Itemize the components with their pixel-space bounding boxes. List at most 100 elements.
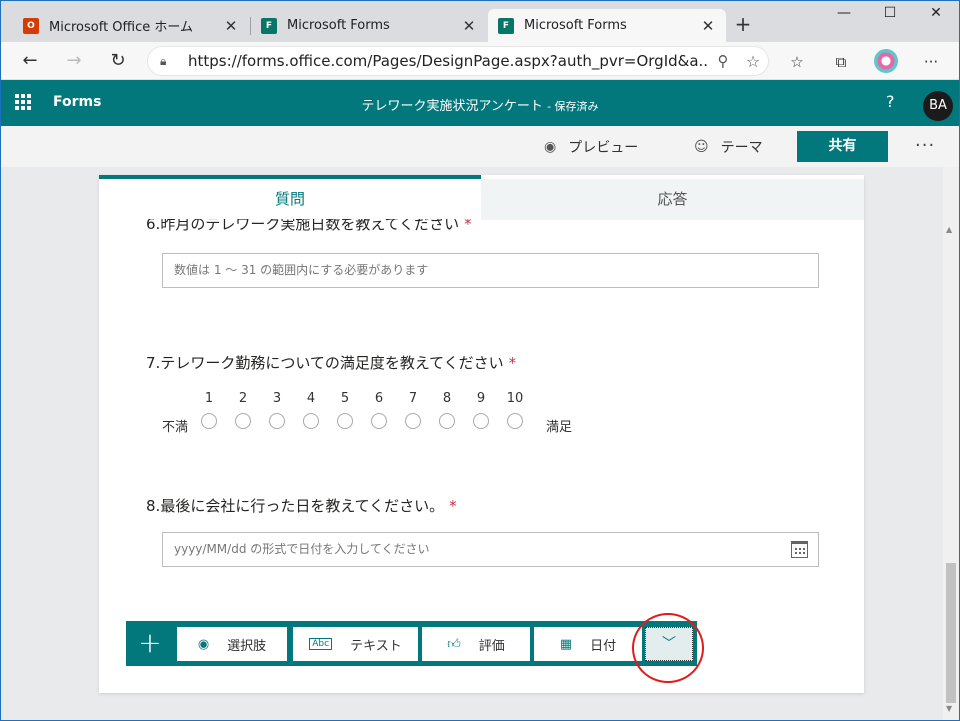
browser-tab-forms-2[interactable]: F Microsoft Forms ✕ bbox=[488, 9, 726, 42]
rating-number: 10 bbox=[506, 391, 524, 406]
command-bar: ◉ プレビュー ☺ テーマ 共有 ··· bbox=[1, 126, 959, 167]
tab-questions[interactable]: 質問 bbox=[99, 175, 481, 220]
question-title[interactable]: 6.昨月のテレワーク実施日数を教えてください * bbox=[146, 219, 472, 233]
question-title[interactable]: 7.テレワーク勤務についての満足度を教えてください * bbox=[146, 352, 516, 373]
close-icon[interactable]: ✕ bbox=[700, 17, 716, 35]
form-card: 質問 応答 6.昨月のテレワーク実施日数を教えてください * 数値は 1 ～ 31… bbox=[99, 175, 864, 693]
help-icon[interactable]: ? bbox=[886, 92, 895, 111]
add-text-button[interactable]: Abc テキスト bbox=[293, 627, 418, 661]
maximize-icon[interactable]: ☐ bbox=[867, 5, 913, 29]
calendar-icon[interactable] bbox=[791, 541, 808, 558]
rating-number: 7 bbox=[408, 391, 418, 406]
question-title[interactable]: 8.最後に会社に行った日を教えてください。 * bbox=[146, 495, 457, 516]
back-icon[interactable]: ← bbox=[18, 49, 42, 73]
browser-window: O Microsoft Office ホーム ✕ F Microsoft For… bbox=[0, 0, 960, 721]
add-date-button[interactable]: ▦ 日付 bbox=[534, 627, 642, 661]
rating-option[interactable]: 8 bbox=[437, 391, 457, 429]
rating-option[interactable]: 3 bbox=[267, 391, 287, 429]
close-icon[interactable]: ✕ bbox=[223, 17, 239, 35]
scroll-thumb[interactable] bbox=[946, 563, 956, 703]
input-placeholder: 数値は 1 ～ 31 の範囲内にする必要があります bbox=[174, 263, 429, 277]
required-marker: * bbox=[449, 497, 457, 515]
rating-option[interactable]: 4 bbox=[301, 391, 321, 429]
radio-circle[interactable] bbox=[371, 413, 387, 429]
rating-option[interactable]: 6 bbox=[369, 391, 389, 429]
radio-circle[interactable] bbox=[405, 413, 421, 429]
rating-number: 5 bbox=[340, 391, 350, 406]
scroll-down-icon[interactable]: ▼ bbox=[946, 704, 952, 713]
window-close-icon[interactable]: ✕ bbox=[913, 5, 959, 29]
browser-tab-forms-1[interactable]: F Microsoft Forms ✕ bbox=[251, 9, 487, 42]
question-text: 最後に会社に行った日を教えてください。 bbox=[160, 497, 445, 515]
add-question-toolbar: + ◉ 選択肢 Abc テキスト 👍︎ 評価 ▦ 日付 ﹀ bbox=[126, 621, 697, 666]
lock-icon: 🔒︎ bbox=[160, 53, 167, 68]
radio-circle[interactable] bbox=[473, 413, 489, 429]
question-number: 8. bbox=[146, 497, 161, 515]
browser-tab-title: Microsoft Office ホーム bbox=[49, 20, 193, 35]
url-field[interactable]: 🔒︎ https://forms.office.com/Pages/Design… bbox=[147, 46, 769, 76]
browser-tab-office[interactable]: O Microsoft Office ホーム ✕ bbox=[13, 9, 249, 42]
share-button[interactable]: 共有 bbox=[797, 131, 888, 162]
more-options-icon[interactable]: ··· bbox=[915, 135, 935, 156]
browser-tab-title: Microsoft Forms bbox=[524, 18, 627, 33]
question-number: 7. bbox=[146, 354, 161, 372]
date-input[interactable]: yyyy/MM/dd の形式で日付を入力してください bbox=[162, 532, 819, 567]
add-rating-button[interactable]: 👍︎ 評価 bbox=[422, 627, 530, 661]
radio-circle[interactable] bbox=[507, 413, 523, 429]
add-date-label: 日付 bbox=[590, 638, 617, 654]
radio-icon: ◉ bbox=[197, 636, 210, 652]
add-icon[interactable]: + bbox=[126, 621, 174, 666]
rating-option[interactable]: 1 bbox=[199, 391, 219, 429]
add-choice-button[interactable]: ◉ 選択肢 bbox=[177, 627, 287, 661]
rating-number: 6 bbox=[374, 391, 384, 406]
new-tab-icon[interactable]: + bbox=[733, 14, 753, 36]
palette-icon: ☺ bbox=[694, 139, 709, 155]
forms-icon: F bbox=[261, 17, 277, 34]
calendar-icon: ▦ bbox=[559, 636, 573, 652]
question-text: テレワーク勤務についての満足度を教えてください bbox=[160, 354, 504, 372]
theme-button[interactable]: ☺ テーマ bbox=[694, 137, 763, 157]
radio-circle[interactable] bbox=[337, 413, 353, 429]
form-canvas: 質問 応答 6.昨月のテレワーク実施日数を教えてください * 数値は 1 ～ 31… bbox=[1, 167, 943, 720]
page-scrollbar[interactable]: ▲ ▼ bbox=[943, 167, 959, 720]
minimize-icon[interactable]: — bbox=[821, 5, 867, 29]
radio-circle[interactable] bbox=[235, 413, 251, 429]
profile-icon[interactable] bbox=[874, 49, 898, 73]
question-number: 6. bbox=[146, 219, 161, 233]
rating-option[interactable]: 9 bbox=[471, 391, 491, 429]
close-icon[interactable]: ✕ bbox=[461, 17, 477, 35]
radio-circle[interactable] bbox=[201, 413, 217, 429]
radio-circle[interactable] bbox=[269, 413, 285, 429]
thumbs-up-icon: 👍︎ bbox=[447, 636, 461, 652]
rating-low-label: 不満 bbox=[162, 420, 189, 435]
add-choice-label: 選択肢 bbox=[227, 638, 267, 654]
preview-label: プレビュー bbox=[568, 140, 639, 156]
star-icon[interactable]: ☆ bbox=[738, 52, 768, 71]
scroll-up-icon[interactable]: ▲ bbox=[946, 225, 952, 234]
saved-status: - 保存済み bbox=[547, 100, 599, 113]
highlight-annotation bbox=[632, 613, 704, 683]
tab-responses[interactable]: 応答 bbox=[481, 179, 864, 220]
forward-icon[interactable]: → bbox=[62, 49, 86, 73]
forms-icon: F bbox=[498, 17, 514, 34]
rating-option[interactable]: 5 bbox=[335, 391, 355, 429]
settings-more-icon[interactable]: ··· bbox=[918, 50, 944, 74]
radio-circle[interactable] bbox=[303, 413, 319, 429]
collections-icon[interactable]: ⧉ bbox=[828, 50, 854, 74]
radio-circle[interactable] bbox=[439, 413, 455, 429]
rating-option[interactable]: 2 bbox=[233, 391, 253, 429]
avatar[interactable]: BA bbox=[923, 91, 953, 121]
theme-label: テーマ bbox=[720, 140, 763, 156]
add-rating-label: 評価 bbox=[478, 638, 505, 654]
rating-number: 1 bbox=[204, 391, 214, 406]
number-input[interactable]: 数値は 1 ～ 31 の範囲内にする必要があります bbox=[162, 253, 819, 288]
required-marker: * bbox=[508, 354, 517, 372]
rating-option[interactable]: 10 bbox=[505, 391, 525, 429]
rating-option[interactable]: 7 bbox=[403, 391, 423, 429]
favorites-icon[interactable]: ☆ bbox=[784, 50, 810, 74]
rating-number: 2 bbox=[238, 391, 248, 406]
browser-tab-title: Microsoft Forms bbox=[287, 18, 390, 33]
preview-button[interactable]: ◉ プレビュー bbox=[544, 137, 638, 157]
refresh-icon[interactable]: ↻ bbox=[106, 49, 130, 73]
zoom-icon[interactable]: ⚲ bbox=[708, 52, 738, 70]
